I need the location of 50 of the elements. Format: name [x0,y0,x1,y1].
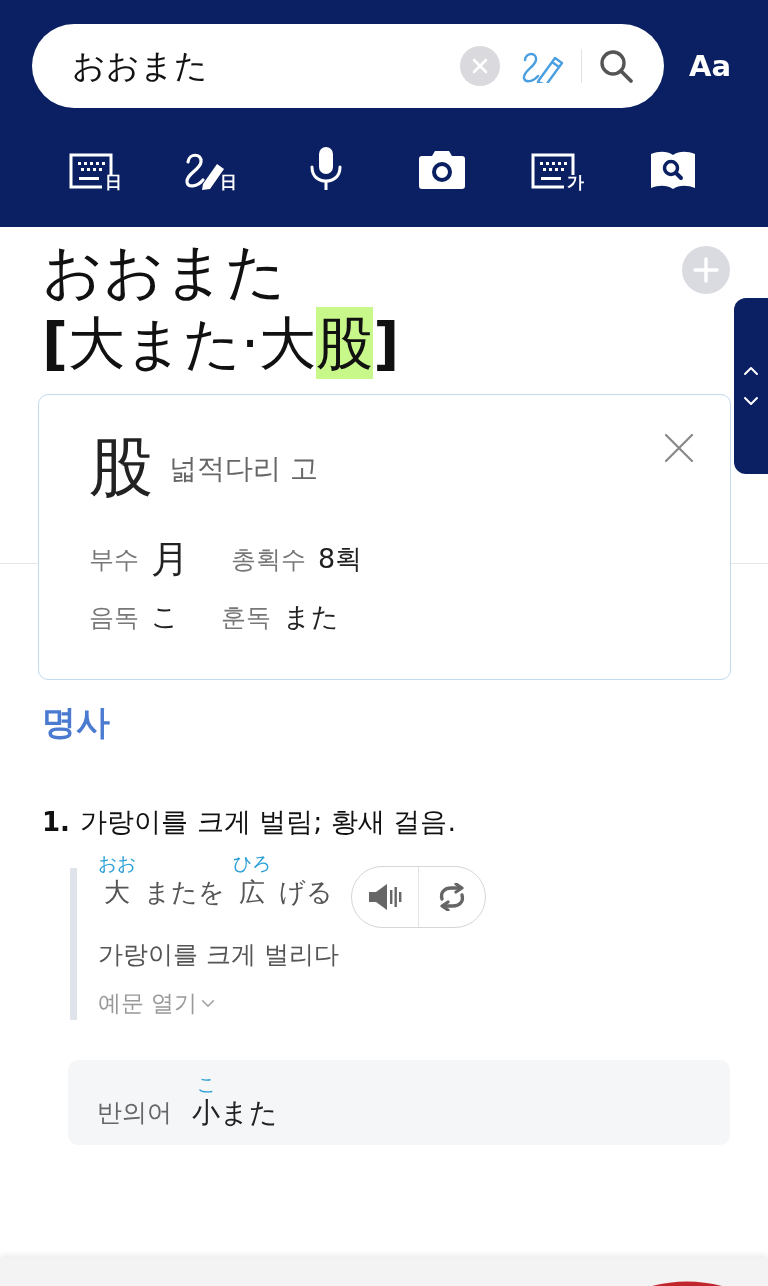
part-of-speech: 명사 [42,701,110,743]
antonym-word: また [220,1095,278,1131]
info-value: また [283,600,339,634]
sense-number: 1. [42,806,71,839]
info-value: 月 [151,535,189,583]
chevron-down-icon [743,396,759,406]
circle-edge-icon [652,1281,722,1286]
book-search-icon [649,150,698,190]
clear-icon [460,46,500,86]
handwriting-button[interactable]: 日 [152,144,269,190]
info-value: こ [151,600,179,634]
repeat-icon [437,883,467,911]
speaker-icon [368,883,402,911]
chevron-up-icon [743,366,759,376]
camera-icon [417,150,466,190]
headword-reading: おおまた [42,235,286,307]
furigana-text: おお [98,852,136,874]
kanji-notation: 股 [316,307,374,379]
info-label: 음독 [89,601,139,634]
close-icon [664,433,694,463]
kanji-character: 股 [89,431,153,503]
info-label: 총획수 [231,543,306,576]
example-text: げる [279,876,333,909]
antonym-label: 반의어 [97,1097,172,1129]
keyboard-button[interactable]: 日 [37,144,153,190]
kanji-notation: [大また·大 [42,309,317,378]
keyboard-button[interactable]: 가 [499,144,616,190]
info-label: 부수 [89,543,139,576]
furigana-text: こ [196,1073,216,1095]
furigana-text: ひろ [233,852,271,874]
scroll-up-button[interactable] [743,366,759,376]
info-value: 8획 [318,542,363,576]
kanji-meaning: 넓적다리 고 [169,451,318,487]
example-translation: 가랑이를 크게 벌리다 [98,939,339,971]
example-text: 広 [239,876,265,909]
close-button[interactable] [664,433,694,463]
example-text: またを [144,876,225,909]
search-icon [598,48,634,84]
search-field[interactable]: おおまた [32,24,664,108]
definition-text: 가랑이를 크게 벌림; 황새 걸음. [80,805,456,839]
font-size-button[interactable]: Aa [689,51,731,81]
scroll-down-button[interactable] [743,396,759,406]
example-text: 大 [104,876,130,909]
search-button[interactable] [598,48,634,84]
antonym-word: 小 [192,1095,220,1131]
plus-icon [682,246,730,294]
kanji-notation: ] [373,309,400,378]
info-label: 훈독 [221,601,271,634]
search-input[interactable]: おおまた [72,44,460,88]
microphone-icon [309,146,344,190]
